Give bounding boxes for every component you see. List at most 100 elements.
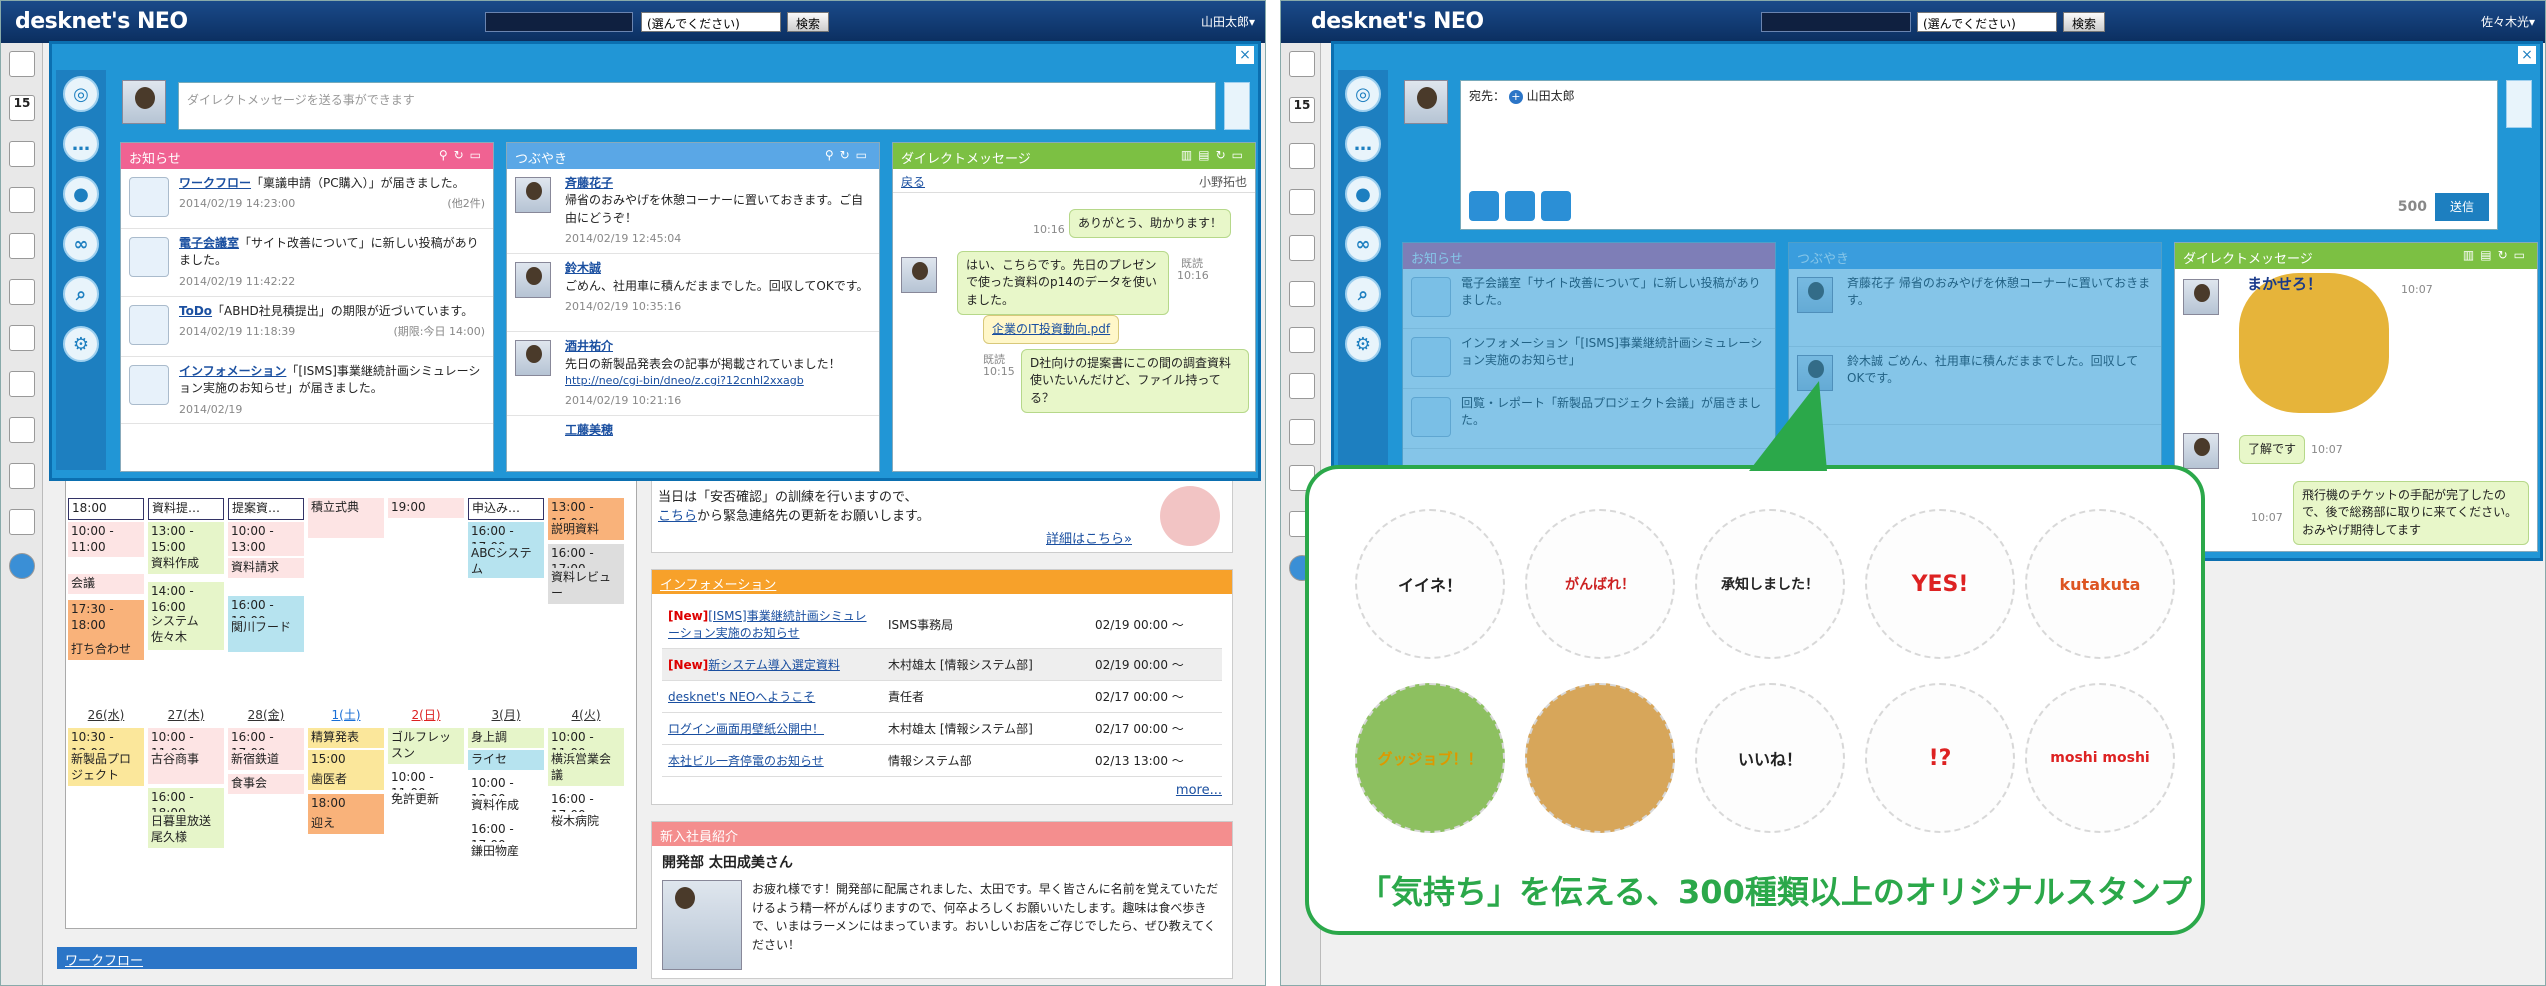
attach-icon[interactable] [1541,191,1571,221]
direct-message-input[interactable]: ダイレクトメッセージを送る事ができます [178,82,1216,130]
event[interactable]: 19:00 [388,498,464,518]
list-item[interactable]: ワークフロー「稟議申請（PC購入）」が届きました。 2014/02/19 14:… [121,169,493,229]
notice-link[interactable]: ワークフロー [179,176,251,190]
panel-tools-icon[interactable]: ▥▤↻▭ [1181,148,1249,162]
event[interactable]: 資料作成 [148,554,224,574]
search-category-select[interactable]: (選んでください) [1917,12,2057,32]
recipient-name[interactable]: 山田太郎 [1527,89,1575,103]
event[interactable]: 資料提… [148,498,224,520]
panel-tools-icon[interactable]: ▥▤↻▭ [2463,248,2531,262]
board-icon[interactable] [1289,327,1315,353]
send-button[interactable]: 送信 [2435,193,2489,221]
search-button[interactable]: 検索 [2063,12,2106,32]
person-icon[interactable]: ● [63,176,99,212]
link-icon[interactable]: ∞ [1345,226,1381,262]
panel-tools-icon[interactable]: ⚲↻▭ [439,148,487,162]
event[interactable]: 食事会 [228,774,304,794]
help-icon[interactable] [9,553,35,579]
list-item[interactable]: 斉藤花子 帰省のおみやげを休憩コーナーに置いておきます。ご自由にどうぞ！ 201… [507,169,879,255]
user-add-icon[interactable] [1224,82,1250,130]
event[interactable]: 説明資料 [548,520,624,540]
back-link[interactable]: 戻る [901,175,925,189]
event[interactable]: 鎌田物産 [468,842,544,862]
info-link[interactable]: ログイン画面用壁紙公開中！ [668,722,824,736]
information-title[interactable]: インフォメーション [652,570,1232,594]
event[interactable]: ABCシステム [468,544,544,578]
notice-here-link[interactable]: こちら [658,509,697,524]
tweet-author[interactable]: 斉藤花子 [565,175,871,192]
file-attachment-link[interactable]: 企業のIT投資動向.pdf [983,315,1120,345]
workflow-link[interactable]: ワークフロー [65,954,143,969]
report-icon[interactable] [9,279,35,305]
event[interactable]: システム佐々木 [148,612,224,650]
event[interactable]: 会議 [68,574,144,594]
list-item[interactable]: 斉藤花子 帰省のおみやげを休憩コーナーに置いておきます。 [1789,269,2161,347]
event[interactable]: 資料作成 [468,796,544,816]
tweet-author[interactable]: 酒井祐介 [565,338,871,355]
chart-icon[interactable] [9,187,35,213]
tweet-author[interactable]: 工藤美穂 [565,422,871,439]
notice-link[interactable]: 電子会議室 [179,236,239,250]
event[interactable]: ゴルフレッスン [388,728,464,764]
chart-icon[interactable] [1289,189,1315,215]
event[interactable]: 提案資… [228,498,304,520]
user-menu[interactable]: 山田太郎▾ [1201,13,1255,30]
search-category-select[interactable]: (選んでください) [641,12,781,32]
mail-icon[interactable] [9,463,35,489]
board-icon[interactable] [9,325,35,351]
search-input[interactable] [485,12,633,32]
day-header[interactable]: 27(木) [148,706,224,724]
info-link[interactable]: 新システム導入選定資料 [708,658,840,672]
event[interactable]: 打ち合わせ [68,640,144,660]
list-item[interactable]: 鈴木誠 ごめん、社用車に積んだままでした。回収してOKです。 2014/02/1… [507,254,879,333]
day-header[interactable]: 3(月) [468,706,544,724]
gear-icon[interactable]: ⚙ [1345,326,1381,362]
folder-icon[interactable] [9,509,35,535]
event[interactable]: 資料請求 [228,558,304,578]
radar-icon[interactable]: ◎ [1345,76,1381,112]
search-icon[interactable]: ⌕ [63,276,99,312]
calendar-icon[interactable]: 15 [1289,97,1315,123]
gear-icon[interactable]: ⚙ [63,326,99,362]
user-menu[interactable]: 佐々木光▾ [2481,13,2535,30]
chat-icon[interactable]: … [1345,126,1381,162]
list-item[interactable]: 回覧・レポート「新製品プロジェクト会議」が届きました。 [1403,389,1775,449]
notice-detail-link[interactable]: 詳細はこちら» [1046,528,1132,547]
table-row[interactable]: ログイン画面用壁紙公開中！ 木村雄太 [情報システム部] 02/17 00:00… [662,712,1222,745]
day-header[interactable]: 28(金) [228,706,304,724]
event[interactable]: 関川フード [228,618,304,652]
event[interactable]: 新宿鉄道 [228,750,304,770]
event[interactable]: 10:00 - 13:00 [228,522,304,556]
event[interactable]: 歯医者 [308,770,384,790]
panel-tools-icon[interactable]: ⚲↻▭ [825,148,873,162]
person-icon[interactable]: ● [1345,176,1381,212]
event[interactable]: 横浜営業会議 [548,750,624,786]
information-more-link[interactable]: more... [662,783,1222,798]
table-row[interactable]: desknet's NEOへようこそ 責任者 02/17 00:00 ～ [662,680,1222,713]
cabinet-icon[interactable] [9,417,35,443]
event[interactable]: 10:00 - 11:00 [68,522,144,558]
notice-link[interactable]: ToDo [179,304,212,318]
day-header[interactable]: 1(土) [308,706,384,724]
list-item[interactable]: インフォメーション「[ISMS]事業継続計画シミュレーション実施のお知らせ」 [1403,329,1775,389]
list-item[interactable]: 工藤美穂 [507,416,879,471]
event[interactable]: 精算発表 [308,728,384,748]
message-textarea[interactable] [1469,111,2489,181]
timecard-icon[interactable] [1289,235,1315,261]
event[interactable]: 桜木病院 [548,812,624,848]
event[interactable]: 新製品プロジェクト [68,750,144,786]
event[interactable]: 申込み… [468,498,544,520]
event[interactable]: 13:00 - 15:00 [148,522,224,558]
event[interactable]: 18:00 [68,498,144,520]
event[interactable]: ライセ [468,750,544,770]
user-add-icon[interactable] [2506,80,2532,128]
event[interactable]: 古谷商事 [148,750,224,784]
list-item[interactable]: 電子会議室「サイト改善について」に新しい投稿がありました。 [1403,269,1775,329]
search-input[interactable] [1761,12,1911,32]
info-link[interactable]: desknet's NEOへようこそ [668,690,815,704]
add-recipient-icon[interactable]: + [1508,90,1523,104]
calendar-icon[interactable]: 15 [9,95,35,121]
portal-icon[interactable] [1289,51,1315,77]
event[interactable]: 身上調 [468,728,544,748]
table-row[interactable]: [New]新システム導入選定資料 木村雄太 [情報システム部] 02/19 00… [662,648,1222,681]
